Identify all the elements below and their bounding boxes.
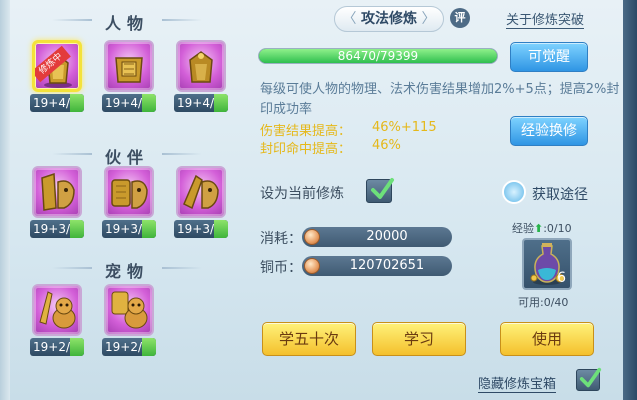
armor-icon (104, 40, 154, 92)
diamond-icon (502, 180, 526, 204)
slot-level-text: 19+2/ (33, 340, 71, 354)
level-progress-bar (142, 220, 156, 238)
slot-level-text: 19+3/ (177, 222, 215, 236)
beast-icon (176, 166, 226, 218)
cultivation-title-text: 攻法修炼 (361, 11, 417, 27)
level-progress-bar (214, 94, 228, 112)
cultivation-description: 每级可使人物的物理、法术伤害结果增加2%+5点；提高2%封印成功率 (260, 82, 620, 117)
beast-icon (32, 166, 82, 218)
slot-partner-attack[interactable]: 19+3/ (30, 166, 84, 238)
item-exp-label: 经验⬆:0/10 (512, 220, 572, 236)
slot-level-text: 19+4/ (105, 96, 143, 110)
item-usable-label: 可用:0/40 (518, 296, 569, 309)
pet-icon (32, 284, 82, 336)
checkmark-icon (579, 367, 602, 388)
slot-level-text: 19+4/ (33, 96, 71, 110)
stat-seal-value: 46% (372, 138, 401, 153)
section-title-pet: 宠物 (18, 258, 236, 282)
up-arrow-icon: ⬆ (534, 222, 544, 235)
level-progress-bar (70, 94, 84, 112)
set-current-label: 设为当前修炼 (260, 186, 344, 202)
use-button[interactable]: 使用 (500, 322, 594, 356)
copper-coin-icon (304, 258, 320, 274)
level-progress-bar (214, 220, 228, 238)
checkmark-icon (371, 178, 394, 199)
awaken-button[interactable]: 可觉醒 (510, 42, 588, 72)
obtain-source-button[interactable]: 获取途径 (502, 180, 592, 206)
set-current-checkbox[interactable] (366, 178, 394, 203)
right-edge-decoration (623, 0, 637, 400)
stat-damage-label: 伤害结果提高： (260, 124, 352, 139)
slot-level-text: 19+2/ (105, 340, 143, 354)
section-title-character: 人物 (18, 10, 236, 34)
about-breakthrough-link[interactable]: 关于修炼突破 (506, 9, 585, 29)
cultivation-item-slot[interactable]: 6 (522, 238, 572, 290)
slot-level-text: 19+4/ (177, 96, 215, 110)
experience-bar: 86470/79399 (258, 48, 498, 64)
level-progress-bar (70, 338, 84, 356)
hide-treasure-box-checkbox[interactable] (576, 367, 602, 391)
armor-icon: 修炼中 (32, 40, 82, 92)
slot-level-text: 19+3/ (105, 222, 143, 236)
stat-damage-value: 46%+115 (372, 120, 437, 135)
copper-coin-icon (304, 229, 320, 245)
stat-seal-label: 封印命中提高： (260, 142, 352, 157)
exchange-exp-button[interactable]: 经验换修 (510, 116, 588, 146)
level-progress-bar (70, 220, 84, 238)
cost-label: 消耗： (260, 231, 302, 247)
title-decoration-left-icon: 〈 (342, 11, 361, 27)
title-decoration-right-icon: 〉 (417, 11, 436, 27)
pet-icon (104, 284, 154, 336)
slot-character-attack[interactable]: 修炼中 19+4/ (30, 40, 84, 112)
slot-level-text: 19+3/ (33, 222, 71, 236)
stat-seal-row: 封印命中提高： 46% (260, 138, 401, 157)
cultivation-category-panel: 人物 伙伴 宠物 修炼中 19+4/ 19+4/ 19+4/ 19+3/ 19+… (18, 6, 236, 390)
coins-value: 120702651 (302, 256, 452, 276)
hide-treasure-box-label[interactable]: 隐藏修炼宝箱 (478, 373, 557, 393)
cultivation-detail-panel: 〈 攻法修炼 〉 评 关于修炼突破 86470/79399 可觉醒 每级可使人物… (248, 0, 623, 400)
beast-icon (104, 166, 154, 218)
item-exp-value: :0/10 (543, 222, 572, 235)
item-exp-text: 经验 (512, 222, 534, 235)
item-count: 6 (557, 270, 566, 286)
slot-partner-defense[interactable]: 19+3/ (102, 166, 156, 238)
obtain-source-label: 获取途径 (532, 187, 588, 203)
left-edge-decoration (0, 0, 10, 400)
learn-button[interactable]: 学习 (372, 322, 466, 356)
cost-value: 20000 (302, 227, 452, 247)
coins-label: 铜币： (260, 260, 302, 276)
section-title-partner: 伙伴 (18, 144, 236, 168)
armor-icon (176, 40, 226, 92)
level-progress-bar (142, 94, 156, 112)
slot-character-magic[interactable]: 19+4/ (174, 40, 228, 112)
slot-partner-magic[interactable]: 19+3/ (174, 166, 228, 238)
experience-text: 86470/79399 (337, 49, 419, 63)
slot-pet-attack[interactable]: 19+2/ (30, 284, 84, 356)
learn-fifty-button[interactable]: 学五十次 (262, 322, 356, 356)
rate-icon[interactable]: 评 (450, 8, 470, 28)
slot-pet-defense[interactable]: 19+2/ (102, 284, 156, 356)
stat-damage-row: 伤害结果提高： 46%+115 (260, 120, 437, 139)
level-progress-bar (142, 338, 156, 356)
slot-character-defense[interactable]: 19+4/ (102, 40, 156, 112)
cultivation-title: 〈 攻法修炼 〉 (334, 6, 444, 32)
